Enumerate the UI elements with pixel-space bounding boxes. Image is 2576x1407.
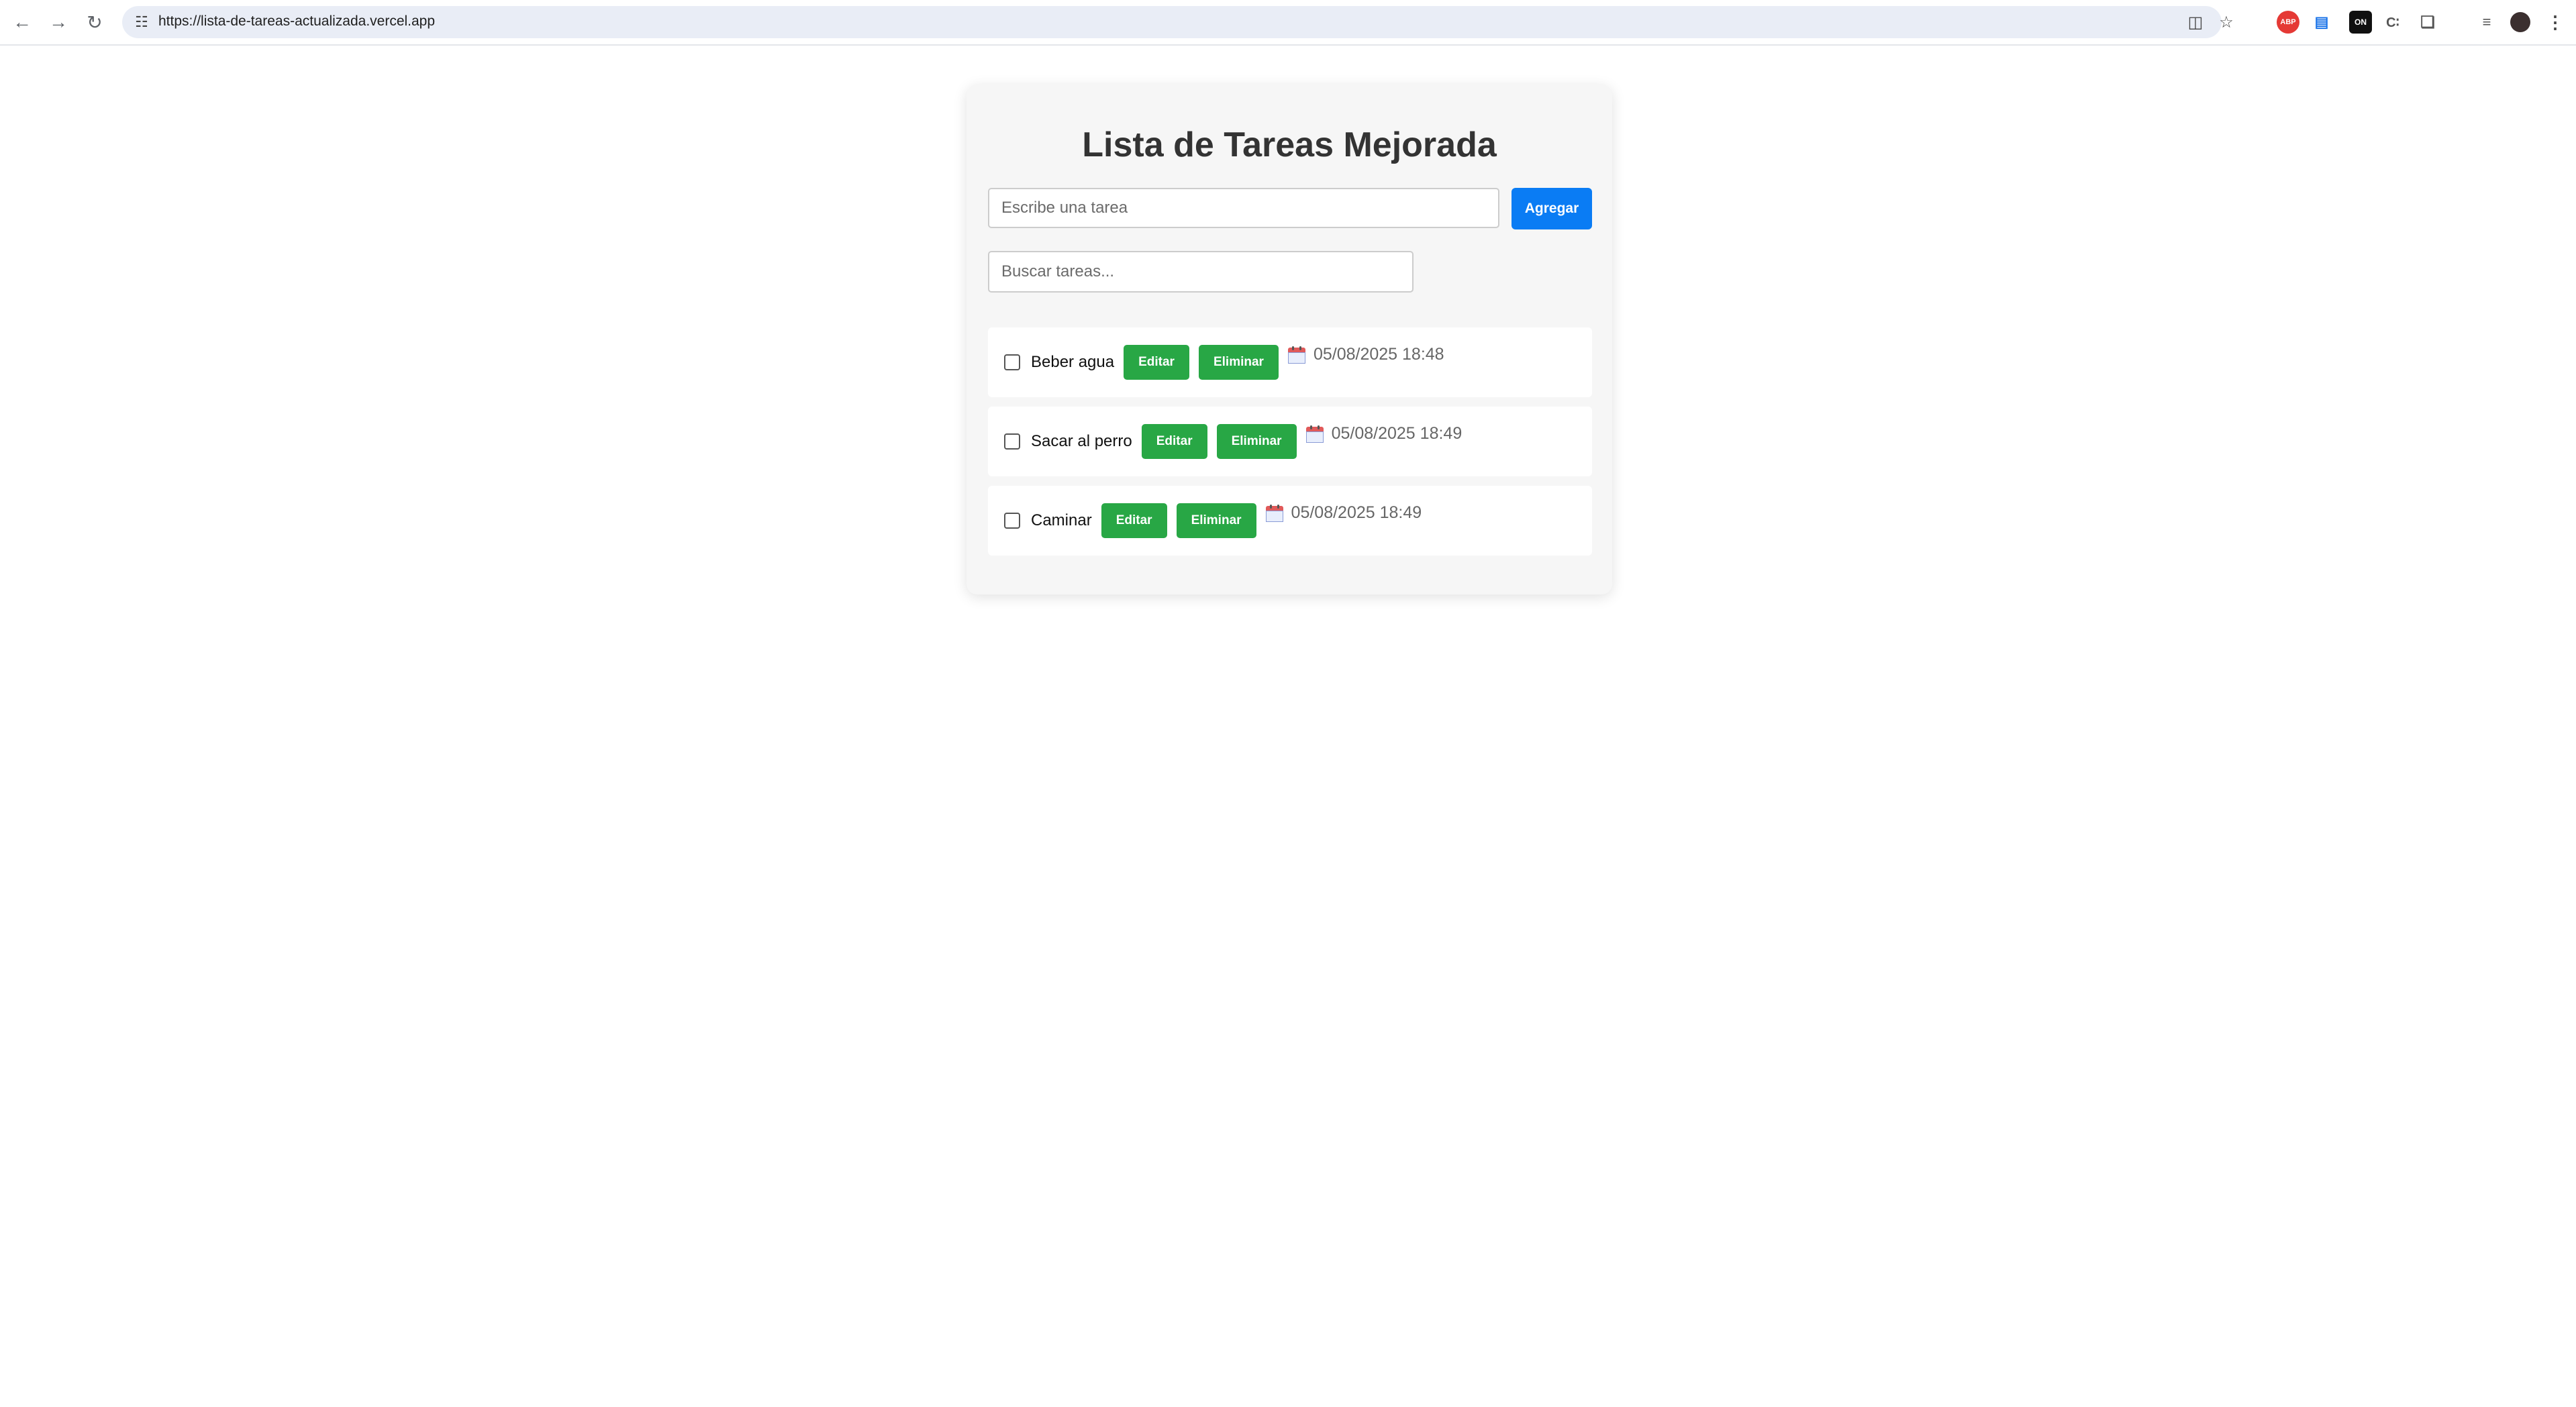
- delete-button[interactable]: Eliminar: [1198, 345, 1279, 380]
- menu-icon[interactable]: ⋮: [2544, 11, 2567, 34]
- add-task-button[interactable]: Agregar: [1512, 188, 1592, 229]
- task-item: Sacar al perro Editar Eliminar 05/08/202…: [988, 407, 1592, 476]
- calendar-icon: [1287, 346, 1305, 364]
- forward-icon[interactable]: →: [44, 8, 72, 36]
- media-icon[interactable]: ≡: [2475, 11, 2498, 34]
- translate-icon[interactable]: ▤: [2310, 11, 2333, 34]
- task-text: Caminar: [1031, 511, 1092, 529]
- task-date: 05/08/2025 18:48: [1287, 345, 1444, 364]
- page-title: Lista de Tareas Mejorada: [1082, 125, 1497, 164]
- task-checkbox[interactable]: [1004, 513, 1020, 529]
- site-info-icon[interactable]: ☷: [132, 12, 152, 32]
- delete-button[interactable]: Eliminar: [1176, 503, 1256, 538]
- address-bar[interactable]: ☷ https://lista-de-tareas-actualizada.ve…: [122, 6, 2234, 38]
- edit-button[interactable]: Editar: [1101, 503, 1167, 538]
- browser-toolbar: ← → ↻ ☷ https://lista-de-tareas-actualiz…: [0, 0, 2576, 46]
- back-icon[interactable]: ←: [8, 8, 36, 36]
- calendar-icon: [1265, 504, 1283, 522]
- edit-button[interactable]: Editar: [1124, 345, 1189, 380]
- edit-button[interactable]: Editar: [1141, 424, 1207, 459]
- adblock-icon[interactable]: ABP: [2277, 11, 2299, 34]
- task-item: Beber agua Editar Eliminar 05/08/2025 18…: [988, 327, 1592, 397]
- reload-icon[interactable]: ↻: [81, 8, 109, 36]
- url-text: https://lista-de-tareas-actualizada.verc…: [158, 13, 436, 29]
- install-app-icon[interactable]: ◫: [2185, 12, 2206, 32]
- task-text: Sacar al perro: [1031, 432, 1132, 450]
- delete-button[interactable]: Eliminar: [1216, 424, 1297, 459]
- new-task-input[interactable]: [988, 188, 1499, 228]
- extension-icon[interactable]: ON: [2349, 11, 2372, 34]
- profile-avatar[interactable]: [2510, 12, 2530, 32]
- task-date: 05/08/2025 18:49: [1265, 503, 1422, 523]
- bookmark-star-icon[interactable]: ☆: [2216, 12, 2236, 32]
- puzzle-icon[interactable]: ❏: [2416, 11, 2439, 34]
- task-item: Caminar Editar Eliminar 05/08/2025 18:49: [988, 486, 1592, 556]
- task-text: Beber agua: [1031, 353, 1115, 371]
- task-list: Beber agua Editar Eliminar 05/08/2025 18…: [988, 327, 1592, 565]
- calendar-icon: [1305, 425, 1324, 443]
- todo-card: Lista de Tareas Mejorada Agregar Beber a…: [967, 85, 1612, 594]
- task-date-text: 05/08/2025 18:49: [1331, 424, 1463, 443]
- task-date-text: 05/08/2025 18:48: [1313, 345, 1444, 364]
- search-input[interactable]: [988, 251, 1414, 293]
- task-checkbox[interactable]: [1004, 354, 1020, 370]
- task-checkbox[interactable]: [1004, 433, 1020, 450]
- task-date-text: 05/08/2025 18:49: [1291, 503, 1422, 522]
- extension-icon-2[interactable]: C∶: [2381, 11, 2404, 34]
- task-date: 05/08/2025 18:49: [1305, 424, 1463, 444]
